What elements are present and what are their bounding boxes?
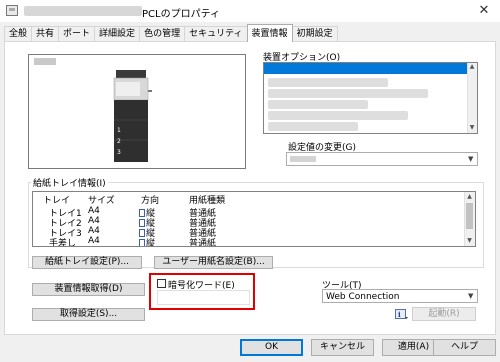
- column-header-paper-type[interactable]: 用紙種類: [189, 193, 225, 206]
- tab-advanced[interactable]: 詳細設定: [94, 26, 141, 42]
- tab-color-management[interactable]: 色の管理: [139, 26, 186, 42]
- tray-info-table[interactable]: トレイ サイズ 方向 用紙種類 トレイ1 A4 縦 普通紙 トレイ2 A4 縦 …: [32, 191, 476, 247]
- acquire-settings-button[interactable]: 取得設定(S)...: [32, 308, 145, 321]
- tab-device-info[interactable]: 装置情報: [246, 24, 293, 42]
- device-option-item[interactable]: [268, 100, 368, 109]
- device-option-item[interactable]: [268, 78, 388, 87]
- tray-orientation: 縦: [139, 236, 155, 246]
- launch-button[interactable]: 起動(R): [412, 307, 476, 321]
- device-option-item[interactable]: [268, 122, 358, 131]
- ok-button[interactable]: OK: [240, 339, 303, 356]
- preview-model-redacted: [34, 58, 56, 65]
- column-header-size[interactable]: サイズ: [88, 193, 115, 206]
- tray-table-scroll-thumb[interactable]: [466, 203, 473, 229]
- tray-info-label: 給紙トレイ情報(I): [31, 176, 108, 189]
- help-button[interactable]: ヘルプ: [433, 339, 496, 356]
- svg-text:i: i: [398, 310, 401, 319]
- tray-size: A4: [88, 236, 100, 246]
- encryption-checkbox[interactable]: [157, 279, 166, 288]
- user-paper-name-button[interactable]: ユーザー用紙名設定(B)...: [154, 256, 273, 269]
- chevron-down-icon[interactable]: ▼: [468, 155, 473, 163]
- tab-initial-settings[interactable]: 初期設定: [291, 26, 338, 42]
- device-options-scrollbar[interactable]: [467, 63, 477, 133]
- device-options-selected-row[interactable]: [264, 63, 467, 74]
- printer-app-icon: [6, 5, 18, 16]
- scroll-down-icon[interactable]: ▼: [464, 237, 475, 245]
- printer-image: 1 2 3: [113, 70, 152, 162]
- get-device-info-button[interactable]: 装置情報取得(D): [32, 283, 145, 296]
- tray-size: A4: [88, 206, 100, 216]
- tray-number-3: 3: [117, 149, 121, 156]
- tray-settings-button[interactable]: 給紙トレイ設定(P)...: [32, 256, 142, 269]
- tray-number-1: 1: [117, 127, 121, 134]
- scroll-up-icon[interactable]: ▲: [464, 193, 475, 201]
- tab-ports[interactable]: ポート: [58, 26, 96, 42]
- tab-sharing[interactable]: 共有: [31, 26, 60, 42]
- tray-name: 手差し: [49, 239, 77, 246]
- tool-select-value: Web Connection: [326, 292, 400, 302]
- portrait-page-icon: [139, 239, 145, 246]
- web-connection-info-icon[interactable]: i: [395, 309, 409, 321]
- column-header-orientation[interactable]: 方向: [141, 193, 159, 206]
- tray-size: A4: [88, 226, 100, 236]
- encryption-word-input[interactable]: [157, 290, 250, 305]
- chevron-down-icon[interactable]: ▼: [468, 292, 473, 300]
- printer-name-redacted: [24, 6, 142, 16]
- cancel-button[interactable]: キャンセル: [311, 339, 374, 356]
- scroll-down-icon[interactable]: ▼: [467, 124, 477, 132]
- close-icon[interactable]: ✕: [474, 2, 494, 20]
- tray-paper-type: 普通紙: [189, 239, 217, 246]
- change-setting-value-redacted: [290, 156, 316, 162]
- tray-size: A4: [88, 216, 100, 226]
- scroll-up-icon[interactable]: ▲: [467, 63, 477, 71]
- device-option-item[interactable]: [268, 89, 428, 98]
- tab-bar: 全般 共有 ポート 詳細設定 色の管理 セキュリティ 装置情報 初期設定: [4, 24, 338, 42]
- tab-security[interactable]: セキュリティ: [184, 26, 248, 42]
- tray-number-2: 2: [117, 138, 121, 145]
- column-header-tray[interactable]: トレイ: [43, 193, 70, 206]
- table-row: 手差し A4 縦 普通紙: [33, 236, 463, 246]
- tab-general[interactable]: 全般: [4, 26, 33, 42]
- device-option-item[interactable]: [268, 111, 408, 120]
- window-title: PCLのプロパティ: [142, 9, 220, 20]
